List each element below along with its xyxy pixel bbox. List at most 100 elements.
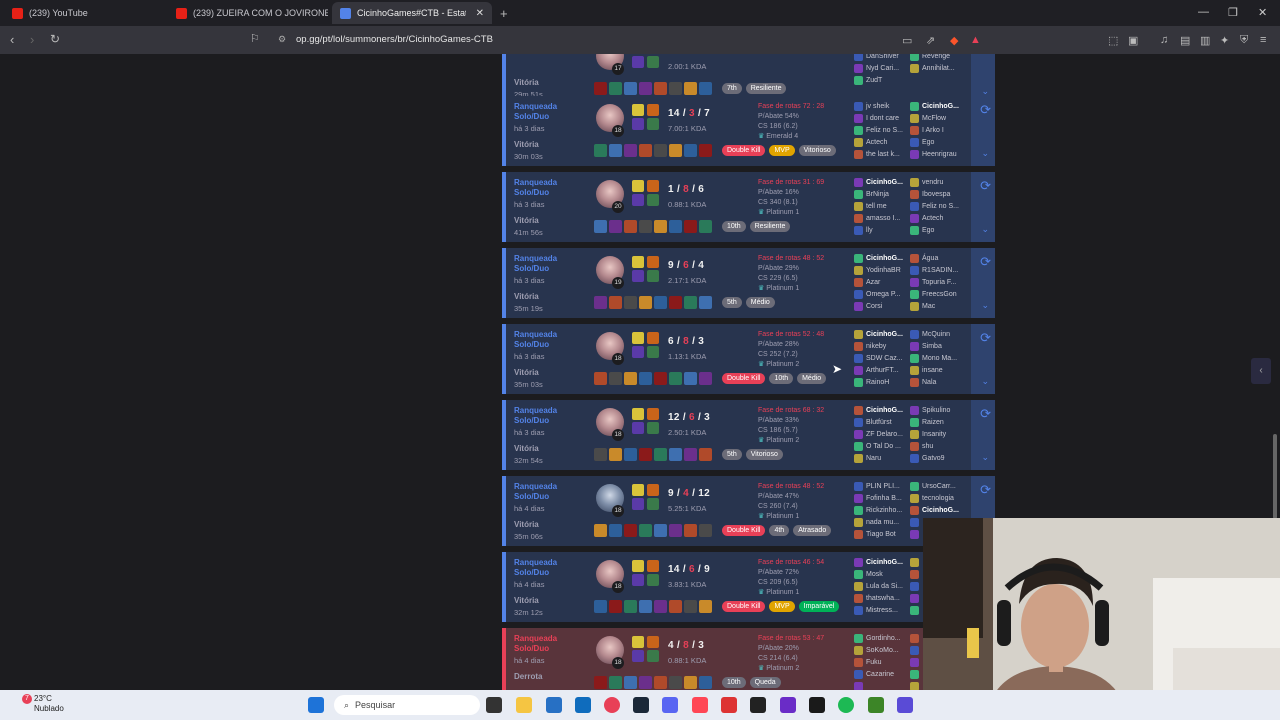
item-icon[interactable] bbox=[684, 524, 697, 537]
team-player[interactable]: Revenge bbox=[910, 54, 970, 62]
team-player[interactable]: Gatvo9 bbox=[910, 452, 970, 464]
match-row[interactable]: Ranqueada Solo/Duo há 4 dias Vitória 35m 06… bbox=[502, 476, 995, 546]
team-player[interactable]: Raizen bbox=[910, 416, 970, 428]
task-view-icon[interactable] bbox=[486, 697, 502, 713]
cast-icon[interactable]: ▭ bbox=[902, 34, 912, 47]
minimize-button[interactable]: — bbox=[1198, 6, 1209, 18]
team-player[interactable]: R1SADIN... bbox=[910, 264, 970, 276]
team-player[interactable]: Gordinho... bbox=[854, 632, 914, 644]
forward-button[interactable]: › bbox=[30, 32, 34, 47]
tab-youtube[interactable]: (239) YouTube bbox=[4, 2, 164, 24]
ai-analysis-icon[interactable]: ⟳ bbox=[980, 482, 991, 498]
item-icon[interactable] bbox=[639, 82, 652, 95]
opera-icon[interactable] bbox=[604, 697, 620, 713]
team-player[interactable]: jv sheik bbox=[854, 100, 914, 112]
item-icon[interactable] bbox=[624, 296, 637, 309]
team-player[interactable]: SDW Caz... bbox=[854, 352, 914, 364]
item-icon[interactable] bbox=[654, 220, 667, 233]
back-button[interactable]: ‹ bbox=[10, 32, 14, 47]
start-icon[interactable] bbox=[308, 697, 324, 713]
close-window-button[interactable]: ✕ bbox=[1258, 6, 1267, 19]
team-player[interactable]: CicinhoG... bbox=[854, 328, 914, 340]
item-icon[interactable] bbox=[699, 524, 712, 537]
minecraft-icon[interactable] bbox=[868, 697, 884, 713]
team-player[interactable]: YodinhaBR bbox=[854, 264, 914, 276]
team-player[interactable]: Mosk bbox=[854, 568, 914, 580]
item-icon[interactable] bbox=[609, 82, 622, 95]
item-icon[interactable] bbox=[594, 600, 607, 613]
store-icon[interactable] bbox=[546, 697, 562, 713]
team-player[interactable]: tell me bbox=[854, 200, 914, 212]
team-player[interactable]: Naru bbox=[854, 452, 914, 464]
team-player[interactable]: RainoH bbox=[854, 376, 914, 388]
team-player[interactable]: Fuku bbox=[854, 656, 914, 668]
team-player[interactable]: FreecsGon bbox=[910, 288, 970, 300]
team-player[interactable]: Ego bbox=[910, 136, 970, 148]
obs-icon[interactable] bbox=[750, 697, 766, 713]
ai-analysis-icon[interactable]: ⟳ bbox=[980, 254, 991, 270]
item-icon[interactable] bbox=[699, 296, 712, 309]
scrollbar-thumb[interactable] bbox=[1273, 434, 1277, 519]
team-player[interactable]: I Arko I bbox=[910, 124, 970, 136]
valorant-icon[interactable] bbox=[692, 697, 708, 713]
team-player[interactable]: Rickzinho... bbox=[854, 504, 914, 516]
ai-analysis-icon[interactable]: ⟳ bbox=[980, 178, 991, 194]
app-purple-icon[interactable] bbox=[897, 697, 913, 713]
close-tab-icon[interactable]: ✕ bbox=[476, 8, 484, 19]
item-icon[interactable] bbox=[609, 372, 622, 385]
team-player[interactable]: SoKoMo... bbox=[854, 644, 914, 656]
media-icon[interactable]: ♫ bbox=[1160, 34, 1168, 46]
team-player[interactable]: amasso I... bbox=[854, 212, 914, 224]
item-icon[interactable] bbox=[639, 448, 652, 461]
item-icon[interactable] bbox=[669, 82, 682, 95]
item-icon[interactable] bbox=[624, 372, 637, 385]
team-player[interactable]: CicinhoG... bbox=[854, 252, 914, 264]
file-explorer-icon[interactable] bbox=[516, 697, 532, 713]
item-icon[interactable] bbox=[654, 448, 667, 461]
discord-icon[interactable] bbox=[662, 697, 678, 713]
item-icon[interactable] bbox=[684, 220, 697, 233]
team-player[interactable]: Nala bbox=[910, 376, 970, 388]
match-row[interactable]: Ranqueada Solo/Duo há 3 dias Vitória 32m 54… bbox=[502, 400, 995, 470]
team-player[interactable]: PLIN PLI... bbox=[854, 480, 914, 492]
item-icon[interactable] bbox=[684, 372, 697, 385]
outlook-icon[interactable] bbox=[575, 697, 591, 713]
match-row[interactable]: Ranqueada Solo/Duo há 3 dias Vitória 30m 03… bbox=[502, 96, 995, 166]
item-icon[interactable] bbox=[699, 448, 712, 461]
item-icon[interactable] bbox=[669, 524, 682, 537]
tab-opgg[interactable]: CicinhoGames#CTB - Estatística ✕ bbox=[332, 2, 492, 24]
team-player[interactable]: McQuinn bbox=[910, 328, 970, 340]
team-player[interactable] bbox=[854, 680, 914, 690]
team-player[interactable]: UrsoCarr... bbox=[910, 480, 970, 492]
item-icon[interactable] bbox=[654, 144, 667, 157]
item-icon[interactable] bbox=[669, 144, 682, 157]
team-player[interactable]: CicinhoG... bbox=[854, 404, 914, 416]
team-player[interactable]: Spikulino bbox=[910, 404, 970, 416]
menu-icon[interactable]: ≡ bbox=[1260, 34, 1266, 46]
item-icon[interactable] bbox=[684, 676, 697, 689]
item-icon[interactable] bbox=[684, 82, 697, 95]
item-icon[interactable] bbox=[669, 448, 682, 461]
item-icon[interactable] bbox=[594, 220, 607, 233]
item-icon[interactable] bbox=[594, 82, 607, 95]
item-icon[interactable] bbox=[594, 144, 607, 157]
item-icon[interactable] bbox=[624, 144, 637, 157]
item-icon[interactable] bbox=[639, 144, 652, 157]
bookmark-icon[interactable]: ⚐ bbox=[250, 32, 260, 45]
item-icon[interactable] bbox=[699, 144, 712, 157]
wallet-icon[interactable]: ▥ bbox=[1200, 34, 1210, 47]
expand-chevron-icon[interactable]: ⌄ bbox=[981, 376, 989, 387]
team-player[interactable]: lly bbox=[854, 224, 914, 236]
item-icon[interactable] bbox=[669, 296, 682, 309]
team-player[interactable]: tecnologia bbox=[910, 492, 970, 504]
item-icon[interactable] bbox=[609, 220, 622, 233]
team-player[interactable]: Ibovespa bbox=[910, 188, 970, 200]
team-player[interactable]: O Tal Do ... bbox=[854, 440, 914, 452]
item-icon[interactable] bbox=[699, 372, 712, 385]
item-icon[interactable] bbox=[609, 600, 622, 613]
item-icon[interactable] bbox=[669, 600, 682, 613]
app-t-icon[interactable] bbox=[721, 697, 737, 713]
team-player[interactable]: Mono Ma... bbox=[910, 352, 970, 364]
team-player[interactable]: CicinhoG... bbox=[910, 504, 970, 516]
team-player[interactable]: Mac bbox=[910, 300, 970, 312]
